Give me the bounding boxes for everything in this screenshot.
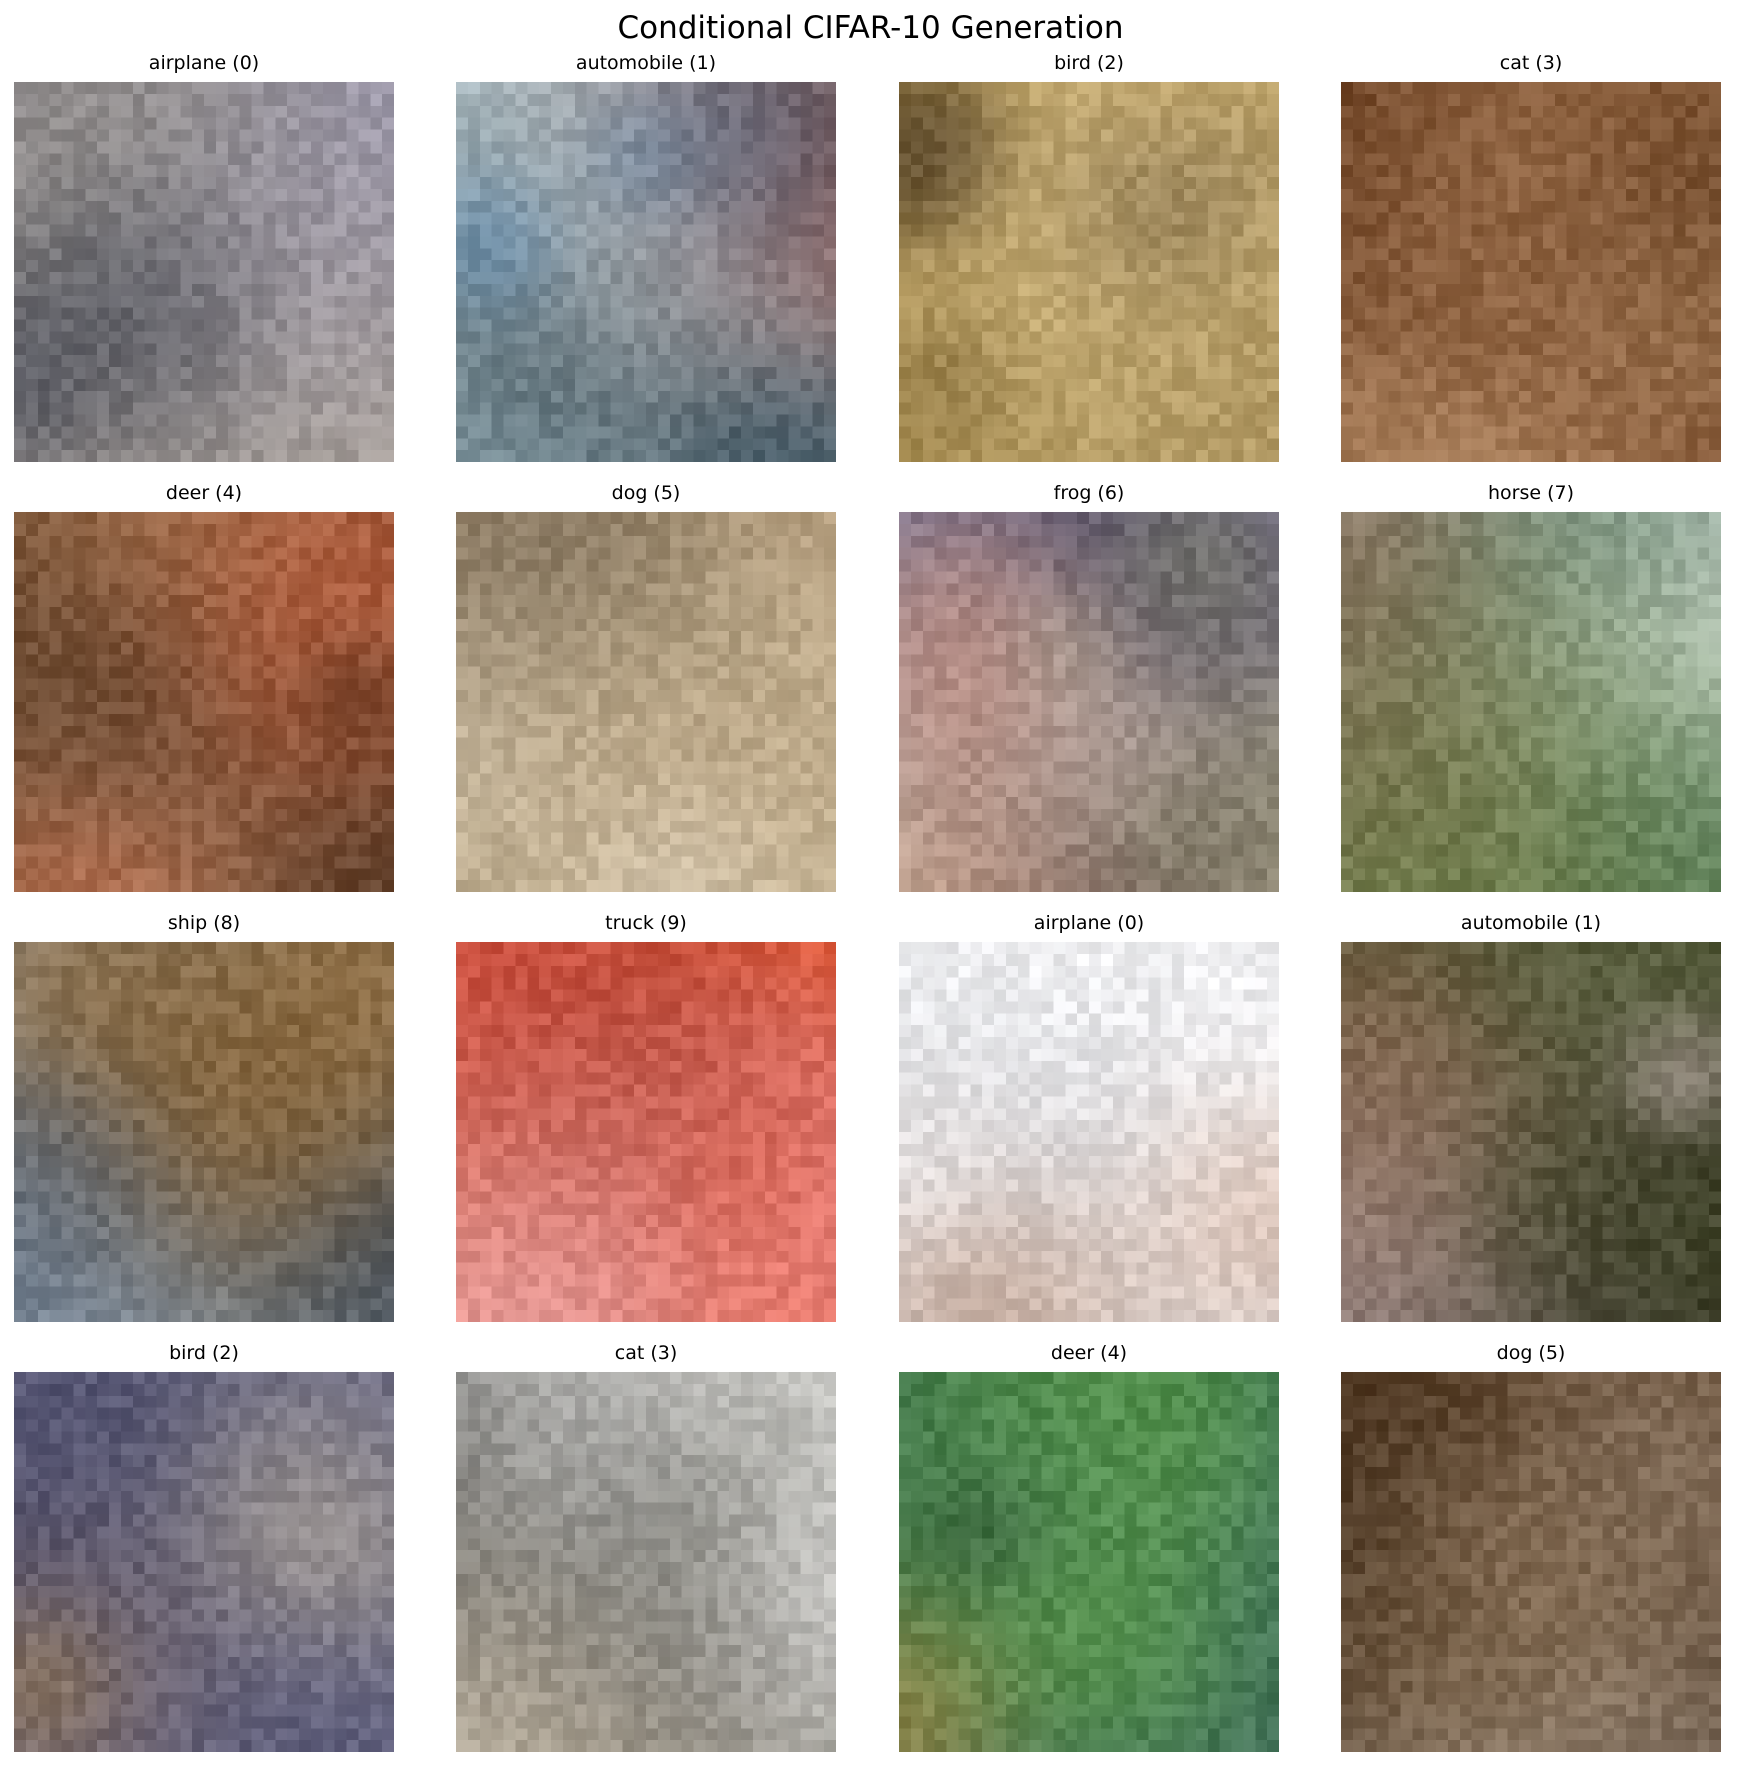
sample-pixels — [456, 1372, 836, 1752]
sample-title: dog (5) — [611, 482, 681, 504]
generated-deer-image — [14, 512, 394, 892]
generated-automobile-image — [456, 82, 836, 462]
sample-title: automobile (1) — [575, 52, 717, 74]
sample-pixels — [899, 82, 1279, 462]
sample-title: airplane (0) — [148, 52, 260, 74]
generated-automobile-image — [1341, 942, 1721, 1322]
sample-title: horse (7) — [1487, 482, 1575, 504]
sample-pixels — [1341, 942, 1721, 1322]
sample-pixels — [899, 512, 1279, 892]
sample-pixels — [1341, 82, 1721, 462]
sample-pixels — [14, 1372, 394, 1752]
sample-title: frog (6) — [1053, 482, 1125, 504]
sample-title: truck (9) — [605, 912, 687, 934]
generated-deer-image — [899, 1372, 1279, 1752]
sample-pixels — [14, 942, 394, 1322]
sample-pixels — [456, 942, 836, 1322]
generated-dog-image — [456, 512, 836, 892]
sample-pixels — [456, 512, 836, 892]
sample-title: deer (4) — [1050, 1342, 1128, 1364]
sample-title: deer (4) — [165, 482, 243, 504]
sample-pixels — [1341, 512, 1721, 892]
sample-pixels — [14, 82, 394, 462]
generated-cat-image — [1341, 82, 1721, 462]
sample-pixels — [899, 942, 1279, 1322]
generated-horse-image — [1341, 512, 1721, 892]
generated-bird-image — [899, 82, 1279, 462]
sample-pixels — [456, 82, 836, 462]
generated-bird-image — [14, 1372, 394, 1752]
sample-title: ship (8) — [167, 912, 241, 934]
generated-truck-image — [456, 942, 836, 1322]
sample-title: cat (3) — [1499, 52, 1563, 74]
sample-pixels — [1341, 1372, 1721, 1752]
sample-title: automobile (1) — [1460, 912, 1602, 934]
generated-dog-image — [1341, 1372, 1721, 1752]
generated-ship-image — [14, 942, 394, 1322]
generated-airplane-image — [14, 82, 394, 462]
sample-title: cat (3) — [614, 1342, 678, 1364]
sample-pixels — [899, 1372, 1279, 1752]
generated-airplane-image — [899, 942, 1279, 1322]
generated-cat-image — [456, 1372, 836, 1752]
sample-title: dog (5) — [1496, 1342, 1566, 1364]
figure-title: Conditional CIFAR-10 Generation — [617, 10, 1124, 46]
generated-frog-image — [899, 512, 1279, 892]
sample-title: bird (2) — [1054, 52, 1124, 74]
sample-title: airplane (0) — [1033, 912, 1145, 934]
sample-title: bird (2) — [169, 1342, 239, 1364]
sample-pixels — [14, 512, 394, 892]
